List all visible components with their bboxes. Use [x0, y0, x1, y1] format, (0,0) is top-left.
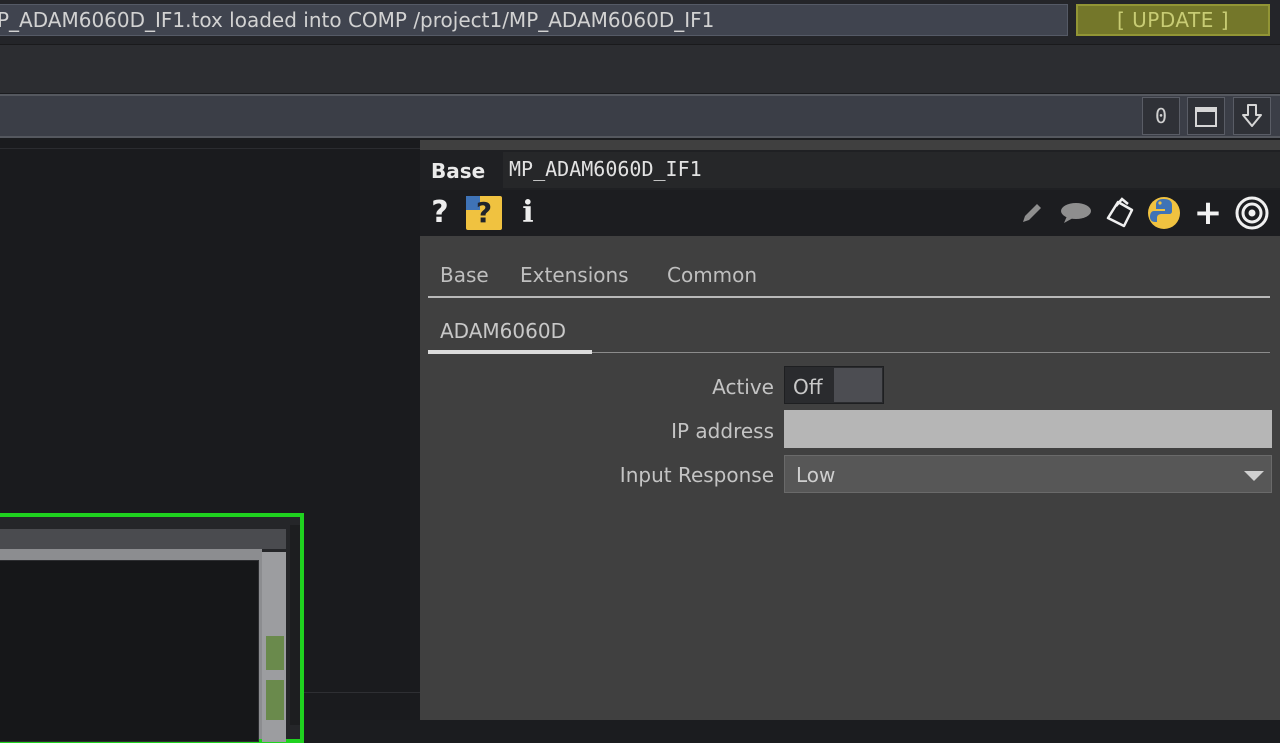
comment-icon[interactable]: [1058, 193, 1094, 233]
operator-name[interactable]: MP_ADAM6060D_IF1: [509, 156, 702, 182]
info-icon[interactable]: i: [516, 193, 540, 233]
window-button[interactable]: [1187, 97, 1225, 135]
python-help-icon[interactable]: ?: [466, 196, 502, 230]
add-icon[interactable]: +: [1192, 193, 1224, 233]
python-icon[interactable]: [1146, 193, 1182, 233]
node-connector[interactable]: [266, 680, 284, 720]
node-header: [0, 529, 286, 549]
tab-adam6060d[interactable]: ADAM6060D: [440, 317, 566, 345]
input-response-menu[interactable]: [784, 455, 1272, 493]
download-button[interactable]: [1233, 97, 1271, 135]
divider: [300, 692, 420, 693]
pane-bar: [0, 44, 1280, 93]
ip-address-field[interactable]: [784, 410, 1272, 448]
status-message: P_ADAM6060D_IF1.tox loaded into COMP /pr…: [0, 4, 1068, 36]
viewer-target-icon[interactable]: [1234, 193, 1270, 233]
chevron-down-icon[interactable]: [1242, 462, 1266, 488]
input-response-label: Input Response: [619, 463, 774, 487]
clone-icon[interactable]: [1102, 193, 1138, 233]
divider: [0, 148, 420, 149]
help-icon[interactable]: ?: [428, 193, 452, 233]
input-response-value: Low: [796, 463, 836, 487]
node-edge: [290, 525, 300, 725]
path-bar: [0, 94, 1280, 138]
tab-extensions[interactable]: Extensions: [520, 261, 629, 289]
down-arrow-icon: [1242, 104, 1262, 127]
active-tab-indicator: [428, 350, 592, 354]
tab-base[interactable]: Base: [440, 261, 489, 289]
toggle-knob[interactable]: [834, 368, 882, 402]
zero-button[interactable]: 0: [1142, 97, 1180, 135]
tabs-divider: [428, 296, 1270, 298]
ip-address-label: IP address: [671, 419, 774, 443]
active-value: Off: [793, 375, 823, 399]
edit-icon[interactable]: [1016, 193, 1048, 233]
tab-common[interactable]: Common: [667, 261, 757, 289]
operator-type: Base: [431, 159, 486, 183]
update-button[interactable]: [ UPDATE ]: [1076, 4, 1270, 36]
window-icon: [1195, 107, 1217, 127]
node-connector[interactable]: [266, 636, 284, 670]
node-viewer: [0, 560, 259, 742]
active-label: Active: [712, 375, 774, 399]
